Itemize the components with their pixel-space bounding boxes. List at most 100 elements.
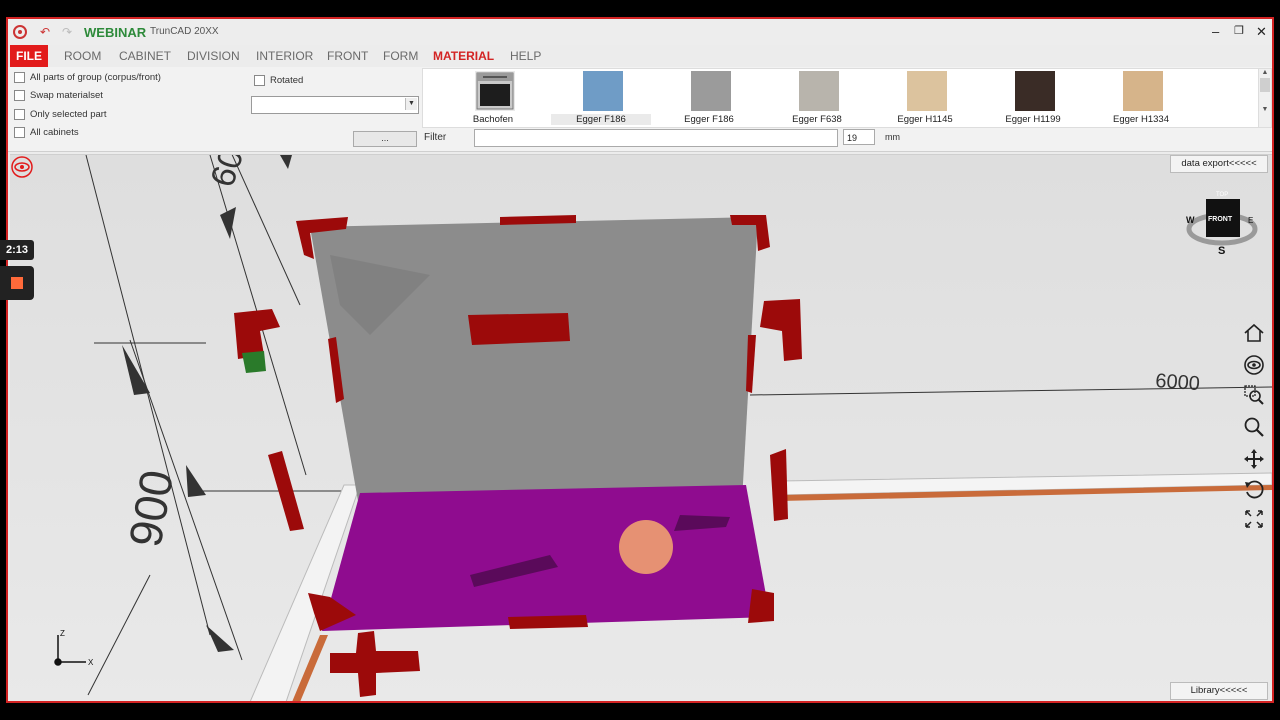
checkbox-box[interactable]	[254, 75, 265, 86]
only-selected-label: Only selected part	[30, 109, 107, 120]
dimension-900-label: 900	[119, 466, 184, 551]
search-icon[interactable]	[1242, 415, 1266, 439]
app-name: WEBINAR	[84, 25, 147, 40]
menu-front[interactable]: FRONT	[327, 49, 368, 63]
material-swatch	[799, 71, 839, 111]
3d-viewport[interactable]: 900 600 6000 Z X TOP FRONT W E S data ex…	[10, 154, 1272, 702]
dimension-600-label: 600	[203, 155, 257, 191]
title-bar: ↶ ↷ WEBINAR TrunCAD 20XX – ❐ ✕	[8, 19, 1272, 45]
home-icon[interactable]	[1242, 321, 1266, 345]
material-swatch	[583, 71, 623, 111]
rotated-checkbox[interactable]: Rotated	[254, 75, 303, 86]
dimension-arrows	[122, 155, 292, 652]
material-strip: Bachofen Egger F186 Egger F186 Egger F63…	[422, 68, 1272, 128]
redo-icon[interactable]: ↷	[62, 25, 72, 39]
menu-interior[interactable]: INTERIOR	[256, 49, 313, 63]
material-name: Bachofen	[472, 114, 514, 125]
all-cabinets-label: All cabinets	[30, 127, 79, 138]
material-tile[interactable]: Egger F638	[767, 71, 867, 127]
material-name: Egger H1199	[1005, 114, 1061, 125]
filter-row: Filter 19 mm	[422, 129, 1270, 147]
cube-top-label: TOP	[1216, 192, 1228, 198]
material-swatch	[1123, 71, 1163, 111]
minimize-button[interactable]: –	[1212, 24, 1219, 39]
swap-label: Swap materialset	[30, 90, 103, 101]
cube-front-label: FRONT	[1208, 216, 1233, 223]
menu-bar: FILE ROOM CABINET DIVISION INTERIOR FRON…	[8, 45, 1272, 67]
zoom-window-icon[interactable]	[1242, 383, 1266, 407]
material-set-select[interactable]: ▼	[251, 96, 419, 114]
axis-x-label: X	[88, 658, 94, 667]
checkbox-box[interactable]	[14, 109, 25, 120]
checkbox-box[interactable]	[14, 90, 25, 101]
compass-w-label: W	[1186, 215, 1195, 225]
product-name: TrunCAD 20XX	[150, 26, 219, 37]
menu-form[interactable]: FORM	[383, 49, 418, 63]
data-export-button[interactable]: data export<<<<<	[1170, 155, 1268, 173]
scene-canvas[interactable]: 900 600 6000 Z X TOP FRONT W E S	[10, 155, 1272, 702]
scroll-down-icon[interactable]: ▼	[1259, 106, 1271, 113]
green-marker	[242, 351, 266, 373]
filter-label: Filter	[424, 132, 447, 143]
material-swatch	[691, 71, 731, 111]
checkbox-box[interactable]	[14, 127, 25, 138]
swap-materialset-checkbox[interactable]: Swap materialset	[14, 90, 103, 101]
app-window: ↶ ↷ WEBINAR TrunCAD 20XX – ❐ ✕ FILE ROOM…	[6, 17, 1274, 703]
chevron-down-icon[interactable]: ▼	[405, 98, 417, 110]
oven-icon	[476, 72, 514, 110]
material-name: Egger H1145	[897, 114, 953, 125]
close-button[interactable]: ✕	[1256, 24, 1267, 40]
all-cabinets-checkbox[interactable]: All cabinets	[14, 127, 79, 138]
material-tile[interactable]: Egger F186	[551, 71, 651, 127]
menu-help[interactable]: HELP	[510, 49, 541, 63]
checkbox-box[interactable]	[14, 72, 25, 83]
material-name: Egger F638	[792, 114, 842, 125]
filter-input[interactable]	[474, 129, 838, 147]
stop-recording-button[interactable]	[0, 266, 34, 300]
menu-cabinet[interactable]: CABINET	[119, 49, 171, 63]
axis-z-label: Z	[60, 629, 65, 638]
material-name: Egger F186	[551, 114, 651, 125]
material-swatch	[907, 71, 947, 111]
app-logo-icon	[13, 25, 27, 39]
scroll-thumb[interactable]	[1260, 78, 1270, 92]
compass-e-label: E	[1248, 216, 1253, 225]
menu-division[interactable]: DIVISION	[187, 49, 240, 63]
oven-swatch-icon	[475, 71, 515, 111]
material-name: Egger H1334	[1113, 114, 1169, 125]
rotate-icon[interactable]	[1242, 477, 1266, 501]
cursor-highlight	[619, 520, 673, 574]
menu-file[interactable]: FILE	[10, 45, 48, 67]
all-parts-checkbox[interactable]: All parts of group (corpus/front)	[14, 72, 161, 83]
material-toolpanel: All parts of group (corpus/front) Swap m…	[8, 67, 1272, 152]
fullscreen-icon[interactable]	[1242, 507, 1266, 531]
orbit-icon[interactable]	[1242, 353, 1266, 377]
material-tile[interactable]: Egger H1145	[875, 71, 975, 127]
compass-s-label: S	[1218, 245, 1225, 257]
material-name: Egger F186	[684, 114, 734, 125]
rotated-label: Rotated	[270, 75, 304, 86]
axis-indicator-icon	[54, 635, 86, 666]
thickness-input[interactable]: 19	[843, 129, 875, 145]
all-parts-label: All parts of group (corpus/front)	[30, 72, 161, 83]
only-selected-checkbox[interactable]: Only selected part	[14, 109, 107, 120]
material-tile[interactable]: Bachofen	[443, 71, 543, 127]
material-tile[interactable]: Egger H1334	[1091, 71, 1191, 127]
material-tile[interactable]: Egger H1199	[983, 71, 1083, 127]
material-scrollbar[interactable]: ▲ ▼	[1258, 69, 1271, 127]
restore-button[interactable]: ❐	[1234, 24, 1244, 37]
browse-button[interactable]: ...	[353, 131, 417, 147]
stop-icon	[11, 277, 23, 289]
back-panel[interactable]	[310, 217, 758, 501]
pan-icon[interactable]	[1242, 447, 1266, 471]
library-button[interactable]: Library<<<<<	[1170, 682, 1268, 700]
material-tile[interactable]: Egger F186	[659, 71, 759, 127]
scroll-up-icon[interactable]: ▲	[1259, 69, 1271, 76]
eye-icon[interactable]	[10, 155, 34, 179]
menu-room[interactable]: ROOM	[64, 49, 101, 63]
recording-timer: 2:13	[0, 240, 34, 260]
material-swatch	[1015, 71, 1055, 111]
undo-icon[interactable]: ↶	[40, 25, 50, 39]
menu-material[interactable]: MATERIAL	[433, 49, 494, 63]
thickness-unit: mm	[885, 132, 900, 142]
